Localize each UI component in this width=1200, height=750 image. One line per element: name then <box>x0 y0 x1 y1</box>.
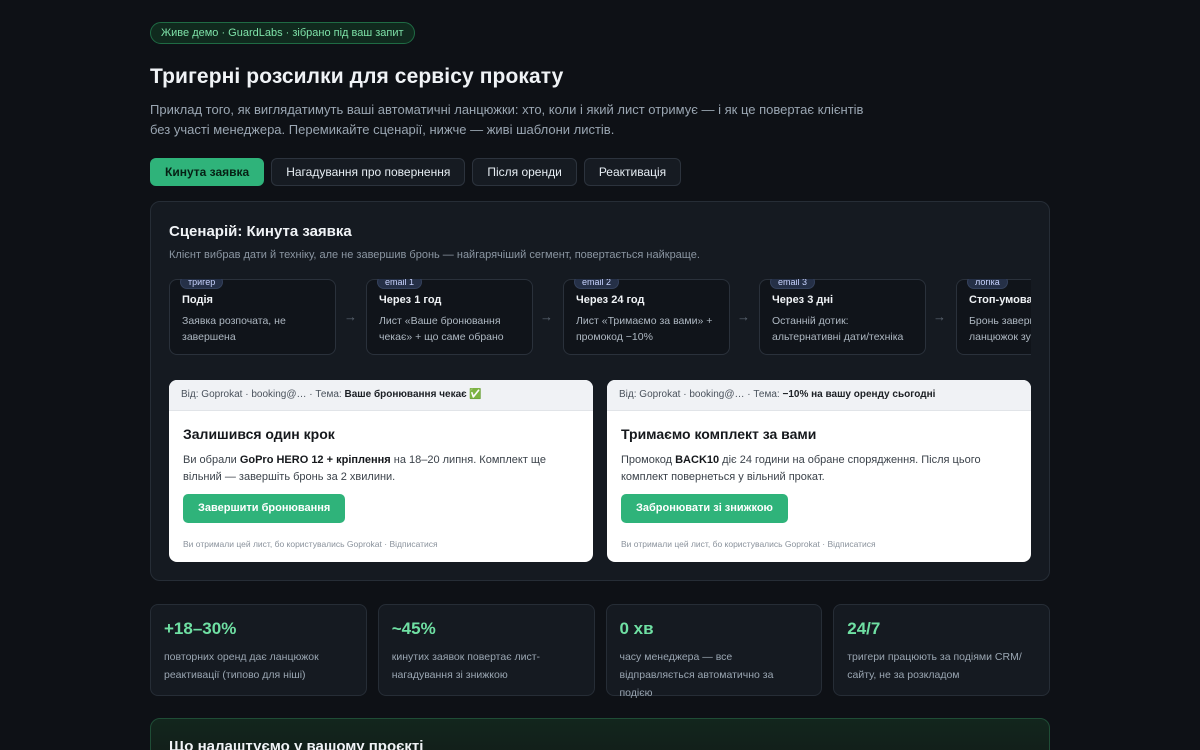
email-text: Промокод BACK10 діє 24 години на обране … <box>621 454 981 483</box>
email-preview-1: Від: Goprokat · booking@… · Тема: Ваше б… <box>169 380 593 562</box>
step-desc: Заявка розпочата, не завершена <box>182 315 286 343</box>
demo-badge: Живе демо · GuardLabs · зібрано під ваш … <box>150 22 415 44</box>
stat-card: ~45% кинутих заявок повертає лист-нагаду… <box>377 604 595 696</box>
stat-value: ~45% <box>391 619 436 638</box>
flow-step: тригер Подія Заявка розпочата, не заверш… <box>169 279 336 355</box>
stat-label: часу менеджера — все відправляється авто… <box>619 651 774 699</box>
tab-return-reminder[interactable]: Нагадування про повернення <box>271 158 466 186</box>
email-from-label: Від: <box>181 389 199 400</box>
step-tag: тригер <box>180 279 224 289</box>
flow-step: email 3 Через 3 дні Останній дотик: альт… <box>759 279 926 355</box>
email-subject: Ваше бронювання чекає ✅ <box>344 389 482 400</box>
tab-abandoned-request[interactable]: Кинута заявка <box>150 158 265 186</box>
config-section: Що налаштуємо у вашому проєкті <box>150 718 1050 750</box>
email-header: Від: Goprokat · booking@… · Тема: −10% н… <box>607 380 1031 411</box>
email-from: Goprokat · booking@… <box>639 389 745 400</box>
step-desc: Лист «Тримаємо за вами» + промокод −10% <box>576 315 713 343</box>
stat-card: +18–30% повторних оренд дає ланцюжок реа… <box>150 604 367 696</box>
email-footer: Ви отримали цей лист, бо користувались G… <box>621 539 876 549</box>
step-title: Через 3 дні <box>772 294 834 306</box>
step-title: Подія <box>182 294 213 306</box>
page: Живе демо · GuardLabs · зібрано під ваш … <box>150 22 1050 750</box>
tab-after-rental[interactable]: Після оренди <box>472 158 577 186</box>
scenario-flow[interactable]: тригер Подія Заявка розпочата, не заверш… <box>169 279 1031 357</box>
scenario-subtitle: Клієнт вибрав дати й техніку, але не зав… <box>169 249 700 261</box>
tab-reactivation[interactable]: Реактивація <box>583 158 682 186</box>
stat-label: повторних оренд дає ланцюжок реактивації… <box>164 651 319 681</box>
stat-card: 0 хв часу менеджера — все відправляється… <box>605 604 823 699</box>
step-desc: Лист «Ваше бронювання чекає» + що саме о… <box>379 315 504 343</box>
config-title: Що налаштуємо у вашому проєкті <box>169 738 424 750</box>
email-footer: Ви отримали цей лист, бо користувались G… <box>183 539 438 549</box>
stats-row: +18–30% повторних оренд дає ланцюжок реа… <box>150 604 1050 699</box>
scenario-title: Сценарій: Кинута заявка <box>169 223 352 240</box>
email-heading: Тримаємо комплект за вами <box>621 426 817 442</box>
flow-step: email 2 Через 24 год Лист «Тримаємо за в… <box>563 279 730 355</box>
flow-step: логіка Стоп-умова Бронь завершено — ланц… <box>956 279 1031 355</box>
stat-label: тригери працюють за подіями CRM/сайту, н… <box>847 651 1022 681</box>
email-text: Ви обрали GoPro HERO 12 + кріплення на 1… <box>183 454 546 483</box>
email-subject-label: · Тема: <box>309 389 342 400</box>
email-header: Від: Goprokat · booking@… · Тема: Ваше б… <box>169 380 593 411</box>
email-subject-label: · Тема: <box>747 389 780 400</box>
step-desc: Останній дотик: альтернативні дати/техні… <box>772 315 904 343</box>
step-tag: email 2 <box>574 279 620 289</box>
email-preview-2: Від: Goprokat · booking@… · Тема: −10% н… <box>607 380 1031 562</box>
flow-step: email 1 Через 1 год Лист «Ваше бронюванн… <box>366 279 533 355</box>
arrow-right-icon: → <box>344 309 357 324</box>
arrow-right-icon: → <box>737 309 750 324</box>
email-from: Goprokat · booking@… <box>201 389 307 400</box>
scenario-panel: Сценарій: Кинута заявка Клієнт вибрав да… <box>150 201 1050 581</box>
email-heading: Залишився один крок <box>183 426 335 442</box>
step-title: Через 24 год <box>576 294 645 306</box>
step-desc: Бронь завершено — ланцюжок зупиняється <box>969 315 1031 343</box>
stat-value: 24/7 <box>847 619 881 638</box>
complete-booking-button[interactable]: Завершити бронювання <box>183 494 346 523</box>
step-tag: email 1 <box>377 279 423 289</box>
stat-card: 24/7 тригери працюють за подіями CRM/сай… <box>833 604 1050 696</box>
stat-label: кинутих заявок повертає лист-нагадування… <box>391 651 541 681</box>
arrow-right-icon: → <box>933 309 946 324</box>
page-intro: Приклад того, як виглядатимуть ваші авто… <box>150 102 864 137</box>
scenario-tabs: Кинута заявка Нагадування про повернення… <box>150 158 1050 186</box>
email-from-label: Від: <box>619 389 637 400</box>
page-title: Тригерні розсилки для сервісу прокату <box>150 65 564 88</box>
step-title: Стоп-умова <box>969 294 1031 306</box>
email-subject: −10% на вашу оренду сьогодні <box>782 389 936 400</box>
step-title: Через 1 год <box>379 294 442 306</box>
arrow-right-icon: → <box>540 309 553 324</box>
stat-value: +18–30% <box>164 619 237 638</box>
step-tag: email 3 <box>770 279 816 289</box>
book-with-discount-button[interactable]: Забронювати зі знижкою <box>621 494 788 523</box>
step-tag: логіка <box>967 279 1008 289</box>
stat-value: 0 хв <box>619 619 654 638</box>
